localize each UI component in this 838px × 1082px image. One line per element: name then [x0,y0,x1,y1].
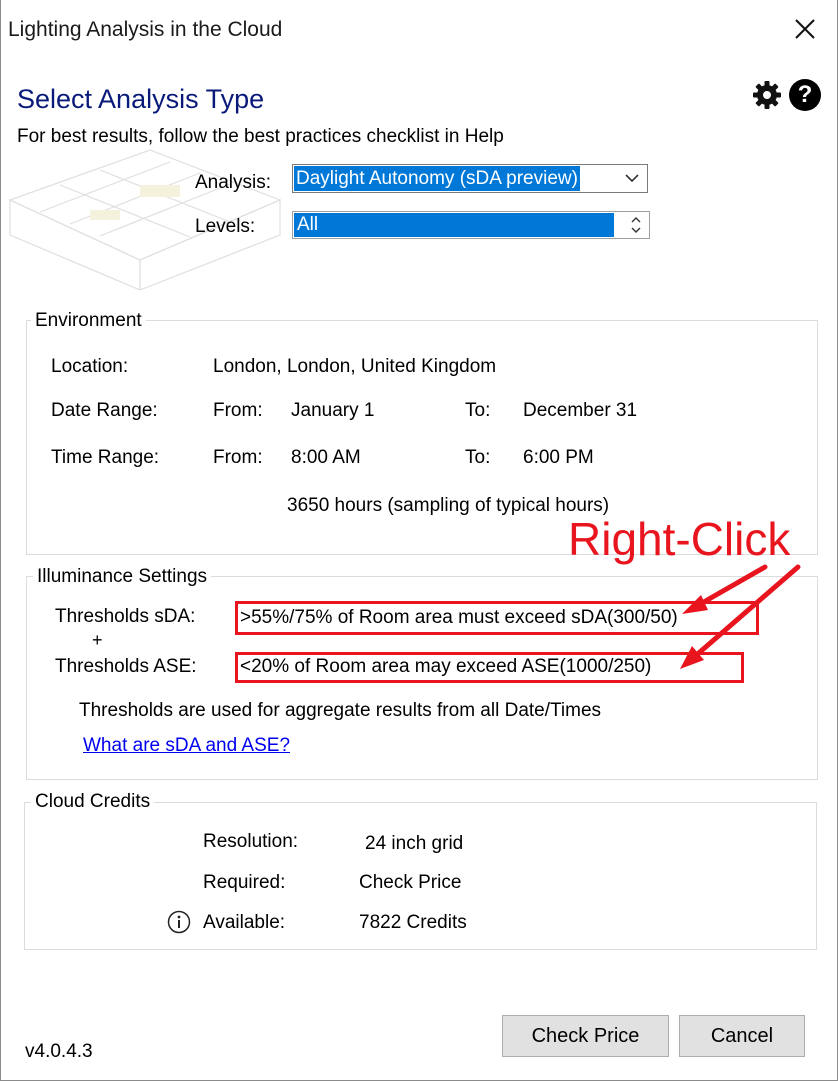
analysis-selected-value: Daylight Autonomy (sDA preview) [294,166,580,191]
levels-list[interactable]: All [292,211,650,239]
cancel-button[interactable]: Cancel [679,1015,805,1057]
resolution-value: 24 inch grid [365,833,464,854]
page-subtitle: For best results, follow the best practi… [17,126,504,147]
gear-icon[interactable] [752,80,782,110]
available-label: Available: [203,912,286,933]
available-value: 7822 Credits [359,912,467,933]
time-from-label: From: [213,447,263,468]
page-title: Select Analysis Type [17,84,265,114]
hours-summary: 3650 hours (sampling of typical hours) [287,495,610,516]
time-to-label: To: [465,447,491,468]
spinner-icon[interactable] [629,215,643,235]
environment-title: Environment [31,310,146,332]
window-title: Lighting Analysis in the Cloud [8,18,283,41]
time-to-value: 6:00 PM [523,447,594,468]
thresholds-sda-label: Thresholds sDA: [55,606,196,627]
required-value: Check Price [359,872,462,893]
plus-sign: + [92,630,103,650]
check-price-button[interactable]: Check Price [502,1015,669,1057]
building-watermark-image [8,149,282,290]
time-from-value: 8:00 AM [291,447,361,468]
right-click-annotation: Right-Click [568,513,791,565]
illuminance-title: Illuminance Settings [33,566,212,588]
resolution-label: Resolution: [203,831,299,852]
thresholds-ase-field[interactable]: <20% of Room area may exceed ASE(1000/25… [235,652,744,683]
levels-label: Levels: [195,216,256,237]
date-to-label: To: [465,400,491,421]
thresholds-sda-field[interactable]: >55%/75% of Room area must exceed sDA(30… [235,601,759,635]
date-range-label: Date Range: [51,400,158,421]
analysis-select[interactable]: Daylight Autonomy (sDA preview) [292,164,648,193]
date-from-value: January 1 [291,400,375,421]
location-label: Location: [51,356,129,377]
analysis-label: Analysis: [195,172,272,193]
cloud-credits-title: Cloud Credits [31,791,155,813]
info-icon[interactable] [167,910,191,934]
close-icon[interactable] [790,14,820,44]
version-label: v4.0.4.3 [25,1041,93,1062]
thresholds-ase-label: Thresholds ASE: [55,656,197,677]
sda-ase-help-link[interactable]: What are sDA and ASE? [83,735,290,757]
levels-selected-value: All [294,213,614,237]
date-from-label: From: [213,400,263,421]
thresholds-note: Thresholds are used for aggregate result… [79,700,602,721]
help-icon[interactable]: ? [789,79,821,111]
chevron-down-icon [625,174,639,183]
time-range-label: Time Range: [51,447,160,468]
location-value: London, London, United Kingdom [213,356,497,377]
date-to-value: December 31 [523,400,638,421]
required-label: Required: [203,872,286,893]
